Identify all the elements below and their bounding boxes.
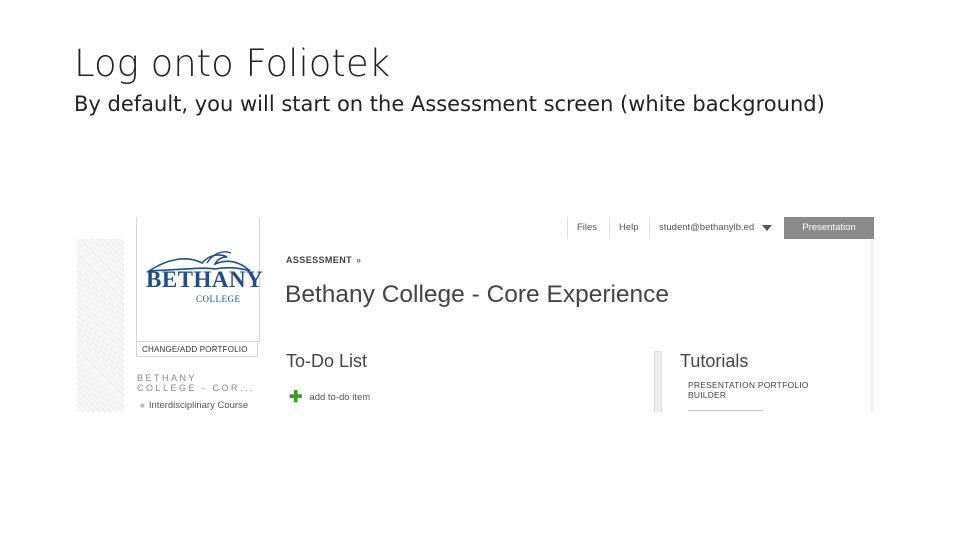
page-title: Bethany College - Core Experience: [285, 281, 670, 308]
sidebar-item-course[interactable]: ■ Interdisciplinary Course: [140, 400, 248, 411]
tutorials-title: Tutorials: [680, 351, 749, 371]
slide-subtitle: By default, you will start on the Assess…: [74, 92, 825, 116]
tutorial-link[interactable]: PRESENTATION PORTFOLIO BUILDER: [688, 380, 828, 400]
add-todo-button[interactable]: ✚ add to-do item: [289, 385, 371, 406]
sidebar-item-label: Interdisciplinary Course: [148, 400, 249, 411]
divider: [688, 410, 763, 411]
add-todo-label: add to-do item: [309, 392, 371, 403]
logo-wordmark: BETHANY: [146, 267, 264, 292]
plus-icon: ✚: [289, 389, 303, 406]
sidebar: BETHANY COLLEGE CHANGE/ADD PORTFOLIO BET…: [136, 217, 264, 412]
logo-box[interactable]: BETHANY COLLEGE: [136, 217, 264, 342]
foliotek-screenshot: BETHANY COLLEGE CHANGE/ADD PORTFOLIO BET…: [77, 217, 874, 412]
chevron-right-icon: »: [356, 255, 362, 265]
background-edge: [870, 239, 874, 412]
user-email: student@bethanylb.ed: [659, 222, 755, 233]
background-pattern: [77, 239, 124, 412]
top-bar: Files Help student@bethanylb.ed Presenta…: [567, 217, 874, 239]
breadcrumb-assessment[interactable]: ASSESSMENT: [286, 255, 352, 265]
files-link[interactable]: Files: [567, 217, 609, 239]
help-link[interactable]: Help: [609, 217, 649, 239]
todo-list-title: To-Do List: [286, 351, 368, 371]
org-name: BETHANY COLLEGE - COR...: [137, 373, 256, 393]
presentation-button[interactable]: Presentation: [784, 217, 874, 239]
bullet-icon: ■: [140, 401, 145, 410]
tutorials-scroll-edge: [654, 351, 662, 412]
slide-title: Log onto Foliotek: [74, 42, 391, 85]
logo-subtext: COLLEGE: [196, 294, 241, 304]
breadcrumb: ASSESSMENT »: [286, 255, 361, 265]
change-portfolio-button[interactable]: CHANGE/ADD PORTFOLIO: [136, 341, 258, 357]
caret-down-icon[interactable]: [762, 225, 772, 231]
